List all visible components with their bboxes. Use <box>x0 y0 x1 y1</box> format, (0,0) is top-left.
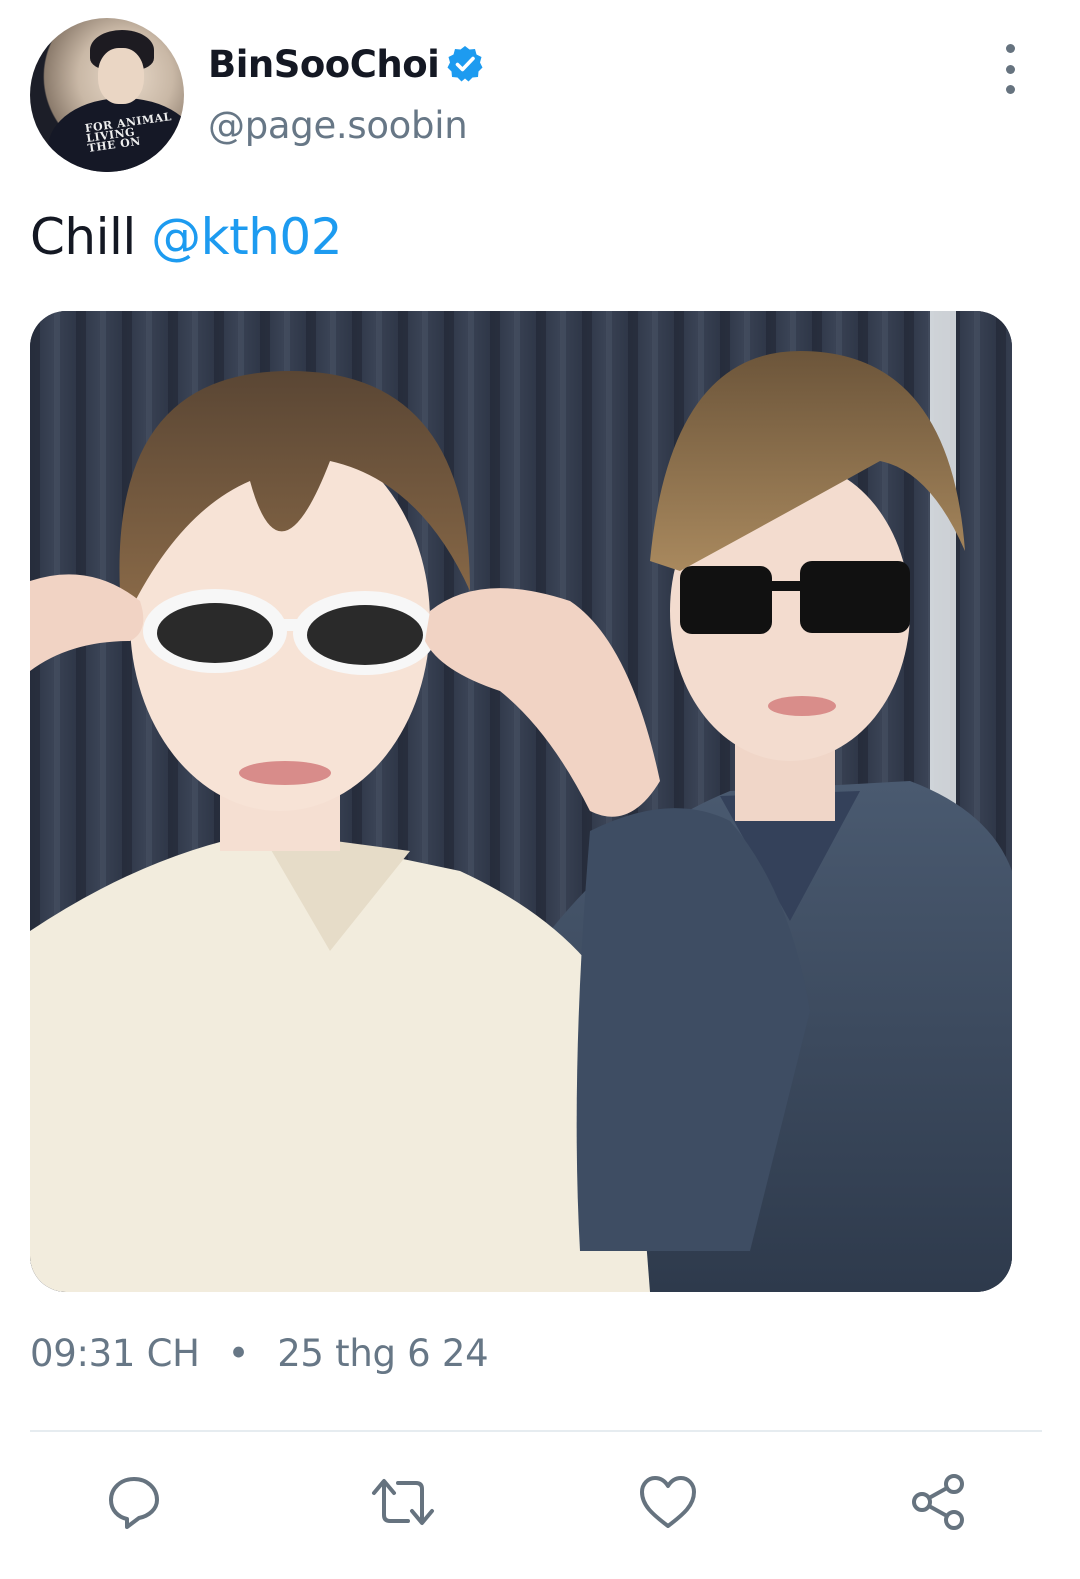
share-button[interactable] <box>908 1472 968 1532</box>
timestamp-separator: • <box>227 1332 250 1375</box>
verified-badge-icon <box>445 44 485 84</box>
share-icon <box>912 1474 964 1530</box>
retweet-button[interactable] <box>370 1472 436 1532</box>
tweet-date: 25 thg 6 24 <box>277 1332 489 1375</box>
tweet-text: Chill @kth02 <box>30 208 343 266</box>
divider <box>30 1430 1042 1432</box>
reply-icon <box>109 1477 159 1529</box>
like-icon <box>640 1476 696 1528</box>
reply-button[interactable] <box>104 1472 164 1532</box>
tweet-timestamp[interactable]: 09:31 CH • 25 thg 6 24 <box>30 1332 489 1375</box>
retweet-icon <box>372 1479 434 1525</box>
author-display-name[interactable]: BinSooChoi <box>208 43 440 86</box>
tweet-photo[interactable] <box>30 311 1012 1292</box>
author-avatar[interactable]: FOR ANIMAL LIVING THE ON <box>30 18 184 172</box>
photo-illustration <box>30 311 1012 1292</box>
author-name-row[interactable]: BinSooChoi <box>208 38 485 90</box>
author-handle[interactable]: @page.soobin <box>208 104 468 147</box>
like-button[interactable] <box>638 1472 698 1532</box>
more-options-icon[interactable] <box>990 44 1030 94</box>
avatar-face <box>98 48 144 104</box>
tweet-text-plain: Chill <box>30 208 152 266</box>
mention-link[interactable]: @kth02 <box>151 208 342 266</box>
tweet-time: 09:31 CH <box>30 1332 200 1375</box>
